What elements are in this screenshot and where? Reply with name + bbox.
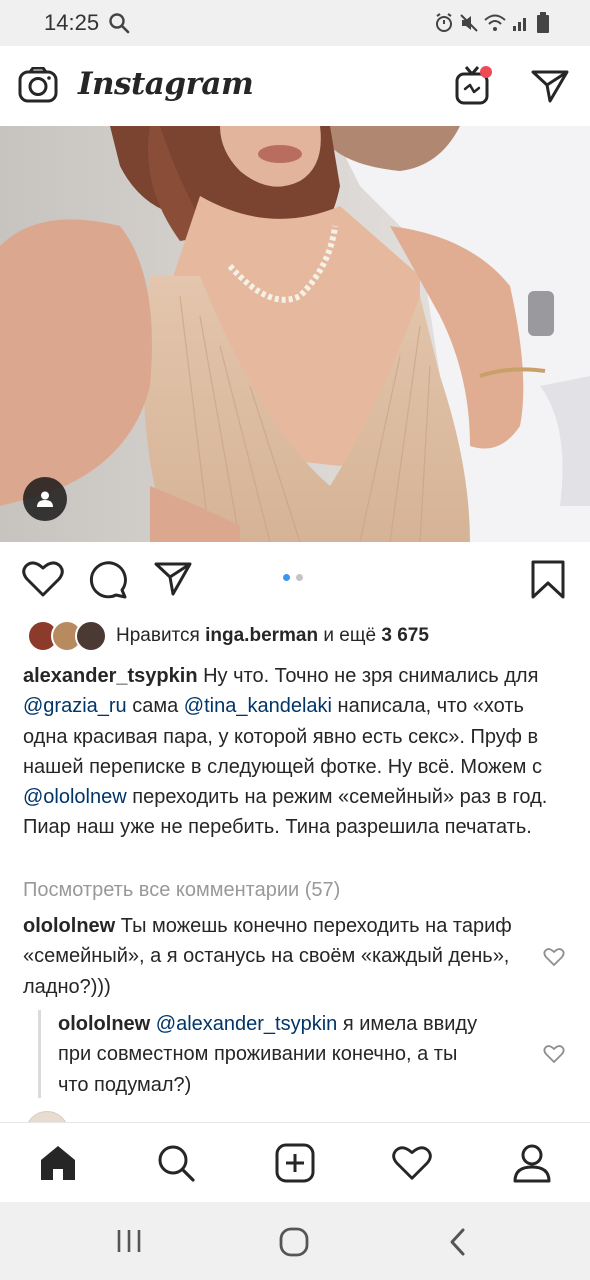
signal-icon xyxy=(513,18,526,31)
post-photo-image xyxy=(0,126,590,542)
app-logo: Instagram xyxy=(78,66,254,102)
comment-reply: olololnew @alexander_tsypkin я имела вви… xyxy=(58,1009,488,1100)
reply-like-heart-icon[interactable] xyxy=(543,1044,565,1064)
bookmark-icon[interactable] xyxy=(530,560,566,600)
igtv-icon[interactable] xyxy=(454,64,494,106)
app-header: Instagram xyxy=(0,46,590,126)
mute-icon xyxy=(460,14,478,32)
carousel-dot xyxy=(296,574,303,581)
search-icon[interactable] xyxy=(156,1143,196,1183)
share-plane-icon[interactable] xyxy=(153,560,193,598)
status-icons xyxy=(434,12,550,34)
likes-summary[interactable]: Нравится inga.berman и ещё 3 675 xyxy=(116,625,429,647)
tagged-users-button[interactable] xyxy=(23,477,67,521)
liker-username[interactable]: inga.berman xyxy=(205,625,318,646)
status-bar: 14:25 xyxy=(0,0,590,46)
carousel-indicator xyxy=(283,574,303,581)
caption-text-2: сама xyxy=(126,695,184,718)
caption-text-1: Ну что. Точно не зря снимались для xyxy=(197,665,539,687)
comment: olololnew Ты можешь конечно переходить н… xyxy=(23,911,533,1002)
profile-icon[interactable] xyxy=(512,1143,552,1183)
like-heart-icon[interactable] xyxy=(22,560,64,598)
reply-mention[interactable]: @alexander_tsypkin xyxy=(156,1013,338,1035)
camera-icon[interactable] xyxy=(18,67,58,103)
likes-prefix: Нравится xyxy=(116,625,200,646)
status-time: 14:25 xyxy=(44,10,100,35)
view-all-comments-link[interactable]: Посмотреть все комментарии (57) xyxy=(23,879,340,902)
home-icon[interactable] xyxy=(38,1143,78,1183)
likes-middle: и ещё xyxy=(323,625,377,646)
carousel-dot-active xyxy=(283,574,290,581)
reply-author[interactable]: olololnew xyxy=(58,1013,150,1035)
back-icon[interactable] xyxy=(446,1226,470,1258)
caption-mention-grazia[interactable]: @grazia_ru xyxy=(23,695,127,717)
caption-mention-tina[interactable]: @tina_kandelaki xyxy=(184,695,332,717)
post-caption: alexander_tsypkin Ну что. Точно не зря с… xyxy=(23,661,571,843)
likes-count[interactable]: 3 675 xyxy=(381,625,429,646)
alarm-icon xyxy=(436,13,452,32)
post-photo[interactable] xyxy=(0,126,590,542)
comment-author[interactable]: olololnew xyxy=(23,915,115,937)
direct-message-icon[interactable] xyxy=(530,68,570,104)
status-search-icon xyxy=(109,13,130,34)
liker-avatar xyxy=(75,620,107,652)
activity-heart-icon[interactable] xyxy=(392,1143,432,1183)
battery-icon xyxy=(537,12,549,33)
post-actions xyxy=(0,542,590,616)
liker-avatars[interactable] xyxy=(27,620,107,652)
caption-author[interactable]: alexander_tsypkin xyxy=(23,665,198,687)
new-post-icon[interactable] xyxy=(275,1143,315,1183)
system-navigation-bar xyxy=(0,1202,590,1280)
comment-bubble-icon[interactable] xyxy=(88,560,128,600)
comment-like-heart-icon[interactable] xyxy=(543,947,565,967)
caption-mention-olololnew[interactable]: @olololnew xyxy=(23,786,127,808)
recent-apps-icon[interactable] xyxy=(115,1226,143,1256)
person-icon xyxy=(37,491,53,507)
reply-thread-line xyxy=(38,1010,41,1098)
home-button-icon[interactable] xyxy=(278,1226,310,1258)
wifi-icon xyxy=(484,14,506,31)
likes-row: Нравится inga.berman и ещё 3 675 xyxy=(0,620,590,654)
bottom-navigation xyxy=(0,1122,590,1202)
